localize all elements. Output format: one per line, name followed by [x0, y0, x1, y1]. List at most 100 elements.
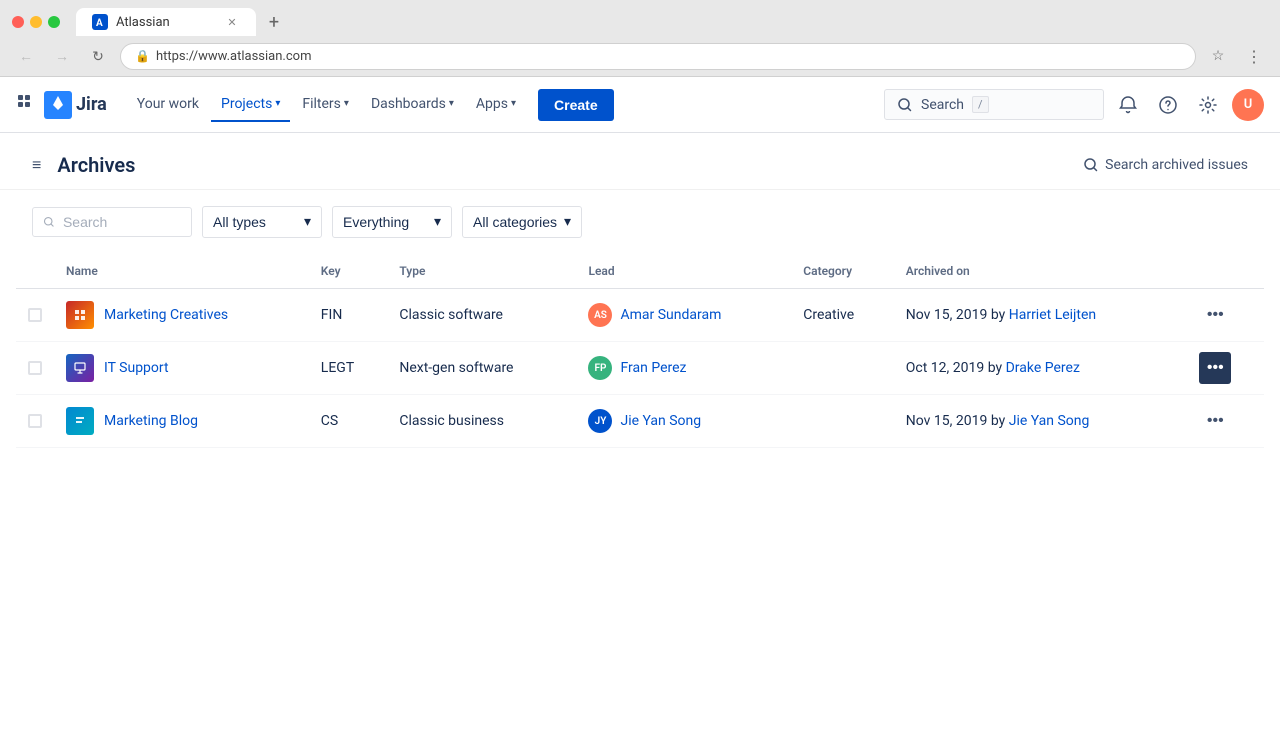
archived-by-mc[interactable]: Harriet Leijten	[1009, 307, 1096, 323]
more-actions-button-mb[interactable]: •••	[1199, 405, 1231, 437]
project-icon-it	[66, 354, 94, 382]
url-text: https://www.atlassian.com	[156, 49, 312, 64]
everything-filter-select[interactable]: Everything	[343, 214, 428, 230]
archives-table: Name Key Type Lead Category Archived on	[16, 254, 1264, 448]
row-checkbox-mb[interactable]	[16, 395, 54, 448]
forward-button[interactable]: →	[48, 42, 76, 70]
search-icon	[897, 97, 913, 113]
svg-text:A: A	[96, 18, 103, 29]
categories-filter-dropdown[interactable]: All categories ▾	[462, 206, 582, 238]
type-filter-select[interactable]: All types	[213, 214, 298, 230]
search-filter-input[interactable]	[32, 207, 192, 237]
table-row: Marketing Creatives FIN Classic software…	[16, 289, 1264, 342]
project-key-mc: FIN	[309, 289, 388, 342]
col-category: Category	[791, 254, 894, 289]
lead-name-mc[interactable]: Amar Sundaram	[620, 307, 721, 323]
category-mb	[791, 395, 894, 448]
chevron-down-icon: ▾	[275, 98, 280, 109]
search-icon	[43, 215, 55, 229]
archived-on-it: Oct 12, 2019 by Drake Perez	[894, 342, 1188, 395]
search-input[interactable]	[63, 214, 181, 230]
jira-logo[interactable]: Jira	[44, 91, 107, 119]
global-search-bar[interactable]: Search /	[884, 89, 1104, 120]
tab-bar: A Atlassian ✕ +	[76, 8, 288, 36]
new-tab-button[interactable]: +	[260, 8, 288, 36]
table-row: Marketing Blog CS Classic business JY Ji…	[16, 395, 1264, 448]
project-name-cell-it: IT Support	[54, 342, 309, 395]
nav-your-work[interactable]: Your work	[127, 88, 209, 122]
archived-on-mc: Nov 15, 2019 by Harriet Leijten	[894, 289, 1188, 342]
more-actions-button-mc[interactable]: •••	[1199, 299, 1231, 331]
more-actions-button-it[interactable]: •••	[1199, 352, 1231, 384]
browser-toolbar: ← → ↻ 🔒 https://www.atlassian.com ☆ ⋮	[0, 36, 1280, 76]
actions-cell-mb: •••	[1187, 395, 1264, 448]
search-archived-issues-button[interactable]: Search archived issues	[1083, 157, 1248, 173]
lead-cell-mc: AS Amar Sundaram	[576, 289, 791, 342]
minimize-window-button[interactable]	[30, 16, 42, 28]
atlassian-favicon-icon: A	[92, 14, 108, 30]
browser-chrome: A Atlassian ✕ + ← → ↻ 🔒 https://www.atla…	[0, 0, 1280, 77]
category-it	[791, 342, 894, 395]
col-type: Type	[387, 254, 576, 289]
address-bar[interactable]: 🔒 https://www.atlassian.com	[120, 43, 1196, 70]
archived-by-mb[interactable]: Jie Yan Song	[1009, 413, 1090, 429]
main-nav: Your work Projects ▾ Filters ▾ Dashboard…	[127, 88, 526, 122]
type-filter-dropdown[interactable]: All types ▾	[202, 206, 322, 238]
close-window-button[interactable]	[12, 16, 24, 28]
nav-projects[interactable]: Projects ▾	[211, 88, 290, 122]
jira-logo-mark	[44, 91, 72, 119]
archives-title-area: ≡ Archives	[32, 153, 135, 177]
browser-menu-button[interactable]: ⋮	[1240, 42, 1268, 70]
project-icon-mc	[66, 301, 94, 329]
create-button[interactable]: Create	[538, 89, 614, 121]
page-title: Archives	[57, 153, 135, 177]
project-name-link-mc[interactable]: Marketing Creatives	[104, 307, 228, 323]
maximize-window-button[interactable]	[48, 16, 60, 28]
archives-header: ≡ Archives Search archived issues	[0, 133, 1280, 190]
grid-icon[interactable]	[16, 93, 36, 117]
project-key-mb: CS	[309, 395, 388, 448]
browser-title-bar: A Atlassian ✕ +	[0, 0, 1280, 36]
page-content: ≡ Archives Search archived issues All ty…	[0, 133, 1280, 742]
lead-cell-it: FP Fran Perez	[576, 342, 791, 395]
notifications-button[interactable]	[1112, 89, 1144, 121]
archived-by-it[interactable]: Drake Perez	[1006, 360, 1080, 376]
nav-filters[interactable]: Filters ▾	[292, 88, 359, 122]
reload-button[interactable]: ↻	[84, 42, 112, 70]
project-name-cell-mb: Marketing Blog	[54, 395, 309, 448]
lead-name-mb[interactable]: Jie Yan Song	[620, 413, 701, 429]
project-name-link-mb[interactable]: Marketing Blog	[104, 413, 198, 429]
chevron-down-icon: ▾	[304, 214, 311, 230]
table-row: IT Support LEGT Next-gen software FP Fra…	[16, 342, 1264, 395]
browser-tab[interactable]: A Atlassian ✕	[76, 8, 256, 36]
everything-filter-dropdown[interactable]: Everything ▾	[332, 206, 452, 238]
project-type-it: Next-gen software	[387, 342, 576, 395]
category-mc: Creative	[791, 289, 894, 342]
search-shortcut-kbd: /	[972, 96, 989, 113]
categories-filter-select[interactable]: All categories	[473, 214, 558, 230]
help-button[interactable]	[1152, 89, 1184, 121]
user-avatar[interactable]: U	[1232, 89, 1264, 121]
tab-close-button[interactable]: ✕	[224, 14, 240, 30]
back-button[interactable]: ←	[12, 42, 40, 70]
app-header: Jira Your work Projects ▾ Filters ▾ Dash…	[0, 77, 1280, 133]
bookmark-button[interactable]: ☆	[1204, 42, 1232, 70]
project-icon-mb	[66, 407, 94, 435]
project-type-mb: Classic business	[387, 395, 576, 448]
row-checkbox-it[interactable]	[16, 342, 54, 395]
settings-button[interactable]	[1192, 89, 1224, 121]
project-name-link-it[interactable]: IT Support	[104, 360, 169, 376]
row-checkbox-mc[interactable]	[16, 289, 54, 342]
search-icon	[1083, 157, 1099, 173]
actions-cell-mc: •••	[1187, 289, 1264, 342]
search-archived-label: Search archived issues	[1105, 157, 1248, 173]
lead-avatar-mc: AS	[588, 303, 612, 327]
nav-dashboards[interactable]: Dashboards ▾	[361, 88, 464, 122]
tab-title: Atlassian	[116, 15, 170, 30]
nav-apps[interactable]: Apps ▾	[466, 88, 526, 122]
project-name-cell-mc: Marketing Creatives	[54, 289, 309, 342]
header-right: Search / U	[884, 89, 1264, 121]
chevron-down-icon: ▾	[344, 98, 349, 109]
lead-name-it[interactable]: Fran Perez	[620, 360, 686, 376]
sidebar-toggle-button[interactable]: ≡	[32, 155, 41, 175]
